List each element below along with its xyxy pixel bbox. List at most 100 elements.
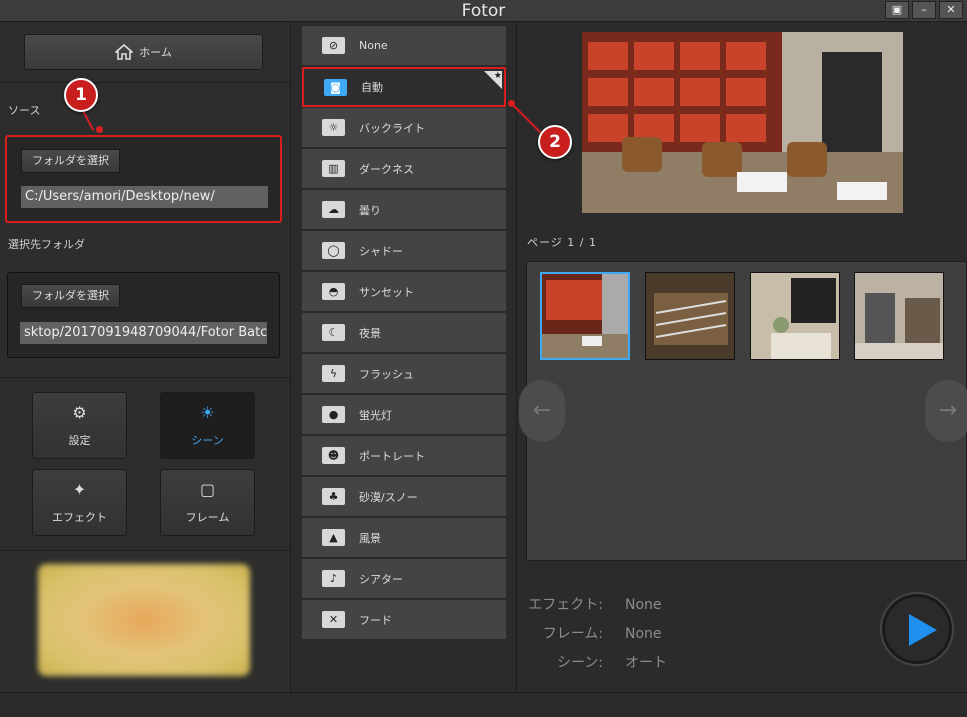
tool-label: シーン — [191, 434, 224, 447]
minimize-button[interactable]: – — [912, 1, 936, 19]
scene-label: 曇り — [359, 203, 381, 217]
shadow-icon: ◯ — [322, 242, 345, 259]
dest-path-field[interactable]: sktop/2017091948709044/Fotor Batch — [20, 322, 267, 344]
effect-tool-button[interactable]: ✦ エフェクト — [32, 469, 127, 536]
page-indicator: ページ 1 / 1 — [527, 236, 597, 249]
source-label: ソース — [8, 104, 41, 117]
frame-icon: ▢ — [199, 480, 216, 499]
info-scene: シーン: オート — [518, 652, 667, 672]
scene-label: シアター — [359, 572, 403, 586]
info-key: エフェクト: — [528, 597, 603, 613]
restore-button[interactable]: ▣ — [885, 1, 909, 19]
settings-tool-button[interactable]: ⚙ 設定 — [32, 392, 127, 459]
source-select-folder-button[interactable]: フォルダを選択 — [21, 149, 120, 173]
dest-label: 選択先フォルダ — [8, 238, 85, 251]
left-panel: ホーム ソース フォルダを選択 C:/Users/amori/Desktop/n… — [0, 22, 291, 692]
info-key: フレーム: — [542, 626, 603, 642]
sparkle-icon: ✦ — [72, 480, 87, 499]
window-title: Fotor — [461, 1, 506, 21]
thumbnail-gallery: ← → — [519, 261, 967, 561]
arrow-right-icon: → — [938, 398, 958, 423]
annotation-dot-2 — [508, 100, 515, 107]
scene-item-theater[interactable]: ♪ シアター — [302, 559, 506, 599]
backlight-icon: ☼ — [322, 119, 345, 136]
next-page-button[interactable]: → — [925, 380, 967, 442]
scene-item-backlight[interactable]: ☼ バックライト — [302, 108, 506, 148]
none-icon: ⊘ — [322, 37, 345, 54]
scene-item-portrait[interactable]: ☻ ポートレート — [302, 436, 506, 476]
source-path-field[interactable]: C:/Users/amori/Desktop/new/ — [21, 186, 268, 208]
dest-folder-box: フォルダを選択 sktop/2017091948709044/Fotor Bat… — [7, 272, 280, 358]
divider — [0, 82, 291, 83]
tool-label: 設定 — [68, 434, 91, 447]
landscape-icon: ▲ — [322, 529, 345, 546]
scene-item-shadow[interactable]: ◯ シャドー — [302, 231, 506, 271]
info-value: None — [625, 626, 662, 642]
portrait-icon: ☻ — [322, 447, 345, 464]
scene-item-beach-snow[interactable]: ♣ 砂漠/スノー — [302, 477, 506, 517]
scene-label: フード — [359, 613, 392, 627]
scene-item-cloudy[interactable]: ☁ 曇り — [302, 190, 506, 230]
scene-label: 蛍光灯 — [359, 408, 392, 422]
fork-knife-icon: ✕ — [322, 611, 345, 628]
thumbnail[interactable] — [750, 272, 840, 360]
info-frame: フレーム: None — [518, 623, 662, 643]
source-folder-box: フォルダを選択 C:/Users/amori/Desktop/new/ — [5, 135, 282, 223]
guitar-icon: ♪ — [322, 570, 345, 587]
home-button[interactable]: ホーム — [24, 34, 263, 70]
title-bar: Fotor ▣ – ✕ — [0, 0, 967, 22]
scene-item-flash[interactable]: ϟ フラッシュ — [302, 354, 506, 394]
scene-item-fluorescent[interactable]: ● 蛍光灯 — [302, 395, 506, 435]
start-batch-button[interactable] — [880, 592, 954, 666]
scene-label: 夜景 — [359, 326, 381, 340]
info-value: オート — [625, 655, 667, 671]
scene-label: バックライト — [359, 121, 425, 135]
divider — [0, 377, 291, 378]
home-icon — [115, 44, 134, 60]
tool-label: フレーム — [185, 511, 230, 524]
dest-select-folder-button[interactable]: フォルダを選択 — [21, 284, 120, 308]
info-value: None — [625, 597, 662, 613]
cloud-icon: ☁ — [322, 201, 345, 218]
annotation-dot-1 — [96, 126, 103, 133]
scene-label: 自動 — [361, 81, 383, 94]
annotation-marker-1: 1 — [64, 78, 98, 112]
scene-tool-button[interactable]: ☀ シーン — [160, 392, 255, 459]
home-label: ホーム — [139, 46, 172, 59]
scene-item-sunset[interactable]: ◓ サンセット — [302, 272, 506, 312]
fluorescent-icon: ● — [322, 406, 345, 423]
darkness-icon: ▥ — [322, 160, 345, 177]
right-panel: ページ 1 / 1 ← → エフェクト: None フレーム: None シーン: オ… — [518, 22, 967, 692]
play-icon — [909, 614, 937, 646]
scene-item-food[interactable]: ✕ フード — [302, 600, 506, 640]
scene-label: サンセット — [359, 285, 414, 299]
camera-icon: ◙ — [324, 78, 347, 96]
scene-label: フラッシュ — [359, 367, 414, 381]
scene-item-darkness[interactable]: ▥ ダークネス — [302, 149, 506, 189]
prev-page-button[interactable]: ← — [519, 380, 565, 442]
flash-icon: ϟ — [322, 365, 345, 382]
status-bar — [0, 692, 967, 717]
scene-item-night[interactable]: ☾ 夜景 — [302, 313, 506, 353]
scene-item-landscape[interactable]: ▲ 風景 — [302, 518, 506, 558]
annotation-marker-2: 2 — [538, 125, 572, 159]
scene-item-auto[interactable]: ◙ 自動 ★ — [302, 67, 506, 107]
ad-banner[interactable] — [38, 564, 250, 676]
divider — [0, 550, 291, 551]
close-button[interactable]: ✕ — [939, 1, 963, 19]
thumbnail[interactable] — [854, 272, 944, 360]
preview-image — [582, 32, 903, 213]
frame-tool-button[interactable]: ▢ フレーム — [160, 469, 255, 536]
thumbnail[interactable] — [645, 272, 735, 360]
gear-icon: ⚙ — [72, 403, 87, 422]
scene-item-none[interactable]: ⊘ None — [302, 26, 506, 66]
scene-label: ダークネス — [359, 162, 414, 176]
scene-list: ⊘ None ◙ 自動 ★ ☼ バックライト ▥ ダークネス ☁ 曇り ◯ シャ… — [292, 22, 517, 692]
scene-label: シャドー — [359, 244, 403, 258]
info-effect: エフェクト: None — [518, 594, 662, 614]
palm-icon: ♣ — [322, 488, 345, 505]
arrow-left-icon: ← — [532, 398, 552, 423]
scene-label: ポートレート — [359, 449, 425, 463]
window-controls: ▣ – ✕ — [885, 1, 963, 19]
thumbnail[interactable] — [540, 272, 630, 360]
